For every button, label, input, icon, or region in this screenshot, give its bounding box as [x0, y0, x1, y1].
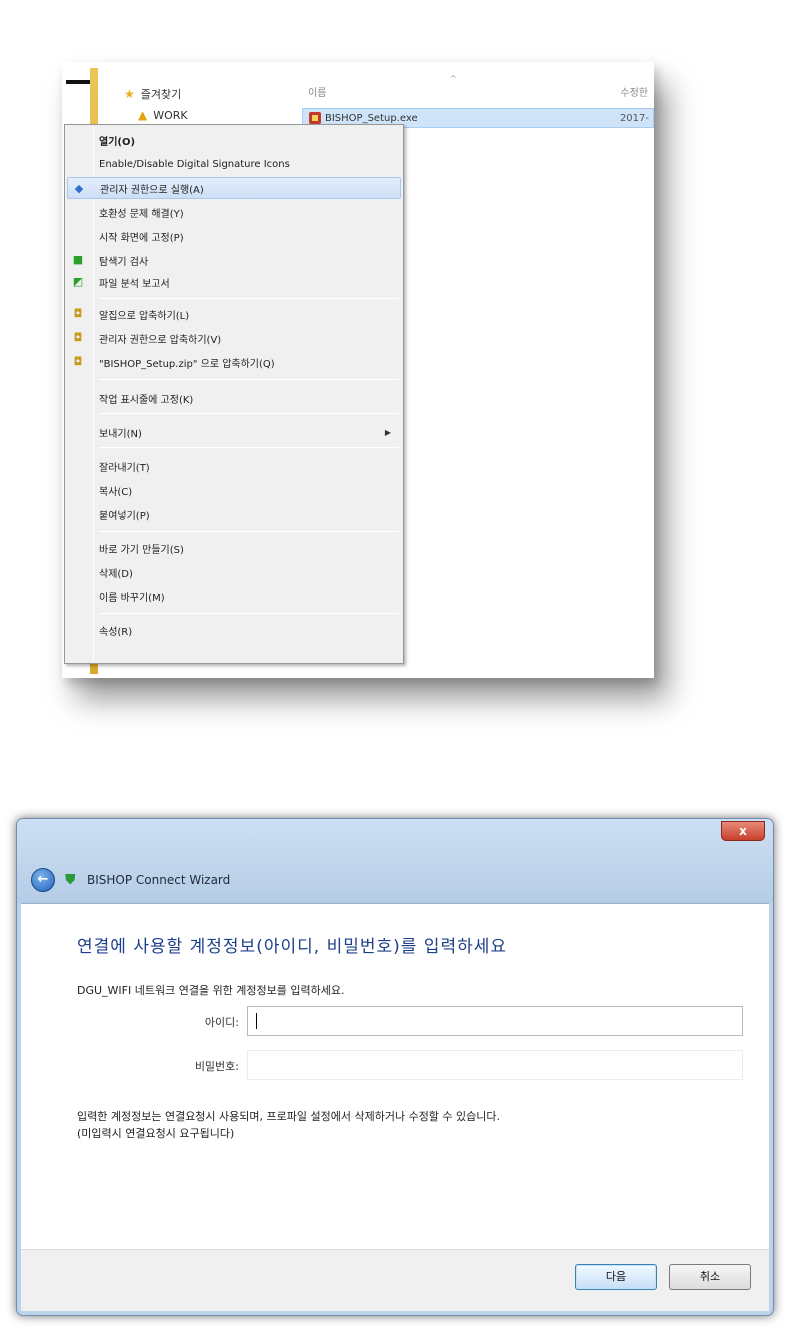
menu-item-rename[interactable]: 이름 바꾸기(M) — [67, 585, 401, 607]
column-date-header[interactable]: 수정한 — [620, 84, 648, 99]
context-menu: 열기(O) Enable/Disable Digital Signature I… — [64, 124, 404, 664]
menu-item-scan[interactable]: ■ 탐색기 검사 — [67, 249, 401, 271]
dialog-footer: 다음 취소 — [21, 1249, 769, 1311]
menu-item-paste[interactable]: 붙여넣기(P) — [67, 503, 401, 525]
note-line-2: (미입력시 연결요청시 요구됩니다) — [77, 1127, 235, 1140]
uac-shield-icon: ◆ — [74, 182, 84, 195]
nav-item-label: WORK — [153, 108, 188, 122]
menu-item-label: 붙여넣기(P) — [99, 510, 150, 522]
menu-separator — [99, 413, 399, 414]
menu-item-properties[interactable]: 속성(R) — [67, 619, 401, 641]
dialog-titlebar: x ← ⛊ BISHOP Connect Wizard — [17, 819, 773, 903]
star-icon: ★ — [124, 87, 135, 101]
menu-item-label: "BISHOP_Setup.zip" 으로 압축하기(Q) — [99, 358, 275, 370]
menu-item-label: 파일 분석 보고서 — [99, 278, 170, 290]
sort-arrow-icon: ^ — [450, 74, 457, 83]
menu-item-label: 알집으로 압축하기(L) — [99, 310, 190, 322]
password-label: 비밀번호: — [194, 1060, 239, 1073]
dialog-content: 연결에 사용할 계정정보(아이디, 비밀번호)를 입력하세요 DGU_WIFI … — [21, 903, 769, 1249]
shield-icon: ⛊ — [65, 872, 76, 888]
menu-item-label: 관리자 권한으로 실행(A) — [100, 184, 204, 196]
note-line-1: 입력한 계정정보는 연결요청시 사용되며, 프로파일 설정에서 삭제하거나 수정… — [77, 1110, 501, 1123]
menu-item-cut[interactable]: 잘라내기(T) — [67, 455, 401, 477]
menu-item-label: 잘라내기(T) — [99, 462, 150, 474]
text-caret — [256, 1013, 257, 1029]
menu-item-label: 열기(O) — [99, 136, 136, 148]
menu-item-alzip-compress[interactable]: ◘ 알집으로 압축하기(L) — [67, 303, 401, 325]
alzip-admin-icon: ◘ — [73, 331, 83, 344]
menu-item-compress-zip[interactable]: ◘ "BISHOP_Setup.zip" 으로 압축하기(Q) — [67, 351, 401, 373]
menu-item-label: 호환성 문제 해결(Y) — [99, 208, 184, 220]
menu-item-signature-icons[interactable]: Enable/Disable Digital Signature Icons — [67, 153, 401, 175]
next-button[interactable]: 다음 — [575, 1264, 657, 1290]
menu-item-label: 속성(R) — [99, 626, 133, 638]
menu-item-label: 바로 가기 만들기(S) — [99, 544, 184, 556]
connect-wizard-dialog: x ← ⛊ BISHOP Connect Wizard 연결에 사용할 계정정보… — [16, 818, 774, 1316]
wizard-description: DGU_WIFI 네트워크 연결을 위한 계정정보를 입력하세요. — [77, 984, 345, 997]
menu-separator — [99, 298, 399, 299]
menu-item-create-shortcut[interactable]: 바로 가기 만들기(S) — [67, 537, 401, 559]
menu-item-pin-taskbar[interactable]: 작업 표시줄에 고정(K) — [67, 387, 401, 409]
file-date: 2017- — [619, 112, 649, 124]
nav-item-favorites[interactable]: ★ 즐겨찾기 — [124, 86, 181, 102]
menu-separator — [99, 447, 399, 448]
menu-item-label: 관리자 권한으로 압축하기(V) — [99, 334, 222, 346]
menu-item-delete[interactable]: 삭제(D) — [67, 561, 401, 583]
alzip-icon: ◘ — [73, 307, 83, 320]
menu-item-label: 이름 바꾸기(M) — [99, 592, 165, 604]
menu-item-label: 작업 표시줄에 고정(K) — [99, 394, 194, 406]
exe-file-icon — [309, 112, 321, 124]
cancel-button[interactable]: 취소 — [669, 1264, 751, 1290]
menu-item-label: 탐색기 검사 — [99, 256, 149, 268]
menu-item-label: Enable/Disable Digital Signature Icons — [99, 158, 290, 170]
menu-item-label: 시작 화면에 고정(P) — [99, 232, 184, 244]
id-label: 아이디: — [204, 1016, 239, 1029]
report-icon: ◩ — [72, 275, 84, 288]
wizard-heading: 연결에 사용할 계정정보(아이디, 비밀번호)를 입력하세요 — [77, 937, 508, 957]
column-header: 이름 ^ 수정한 — [308, 74, 654, 104]
dialog-title: BISHOP Connect Wizard — [87, 873, 231, 887]
warning-icon: ▲ — [138, 108, 148, 122]
menu-item-run-as-admin[interactable]: ◆ 관리자 권한으로 실행(A) — [67, 177, 401, 199]
nav-item-work[interactable]: ▲ WORK — [138, 108, 188, 122]
menu-separator — [99, 613, 399, 614]
menu-item-pin-start[interactable]: 시작 화면에 고정(P) — [67, 225, 401, 247]
column-name-header[interactable]: 이름 — [308, 84, 326, 99]
explorer-window: ★ 즐겨찾기 ▲ WORK 이름 ^ 수정한 BISHOP_Setup.exe … — [62, 62, 654, 678]
menu-item-label: 보내기(N) — [99, 428, 142, 440]
menu-item-compatibility[interactable]: 호환성 문제 해결(Y) — [67, 201, 401, 223]
toolbar-fragment — [66, 80, 92, 84]
password-input[interactable] — [247, 1050, 743, 1080]
back-button[interactable]: ← — [31, 868, 55, 892]
back-arrow-icon: ← — [37, 872, 49, 887]
file-name: BISHOP_Setup.exe — [325, 112, 418, 124]
menu-item-open[interactable]: 열기(O) — [67, 129, 401, 151]
submenu-arrow-icon: ▶ — [384, 427, 391, 437]
nav-item-label: 즐겨찾기 — [140, 88, 182, 101]
menu-item-label: 복사(C) — [99, 486, 133, 498]
menu-item-label: 삭제(D) — [99, 568, 133, 580]
menu-item-copy[interactable]: 복사(C) — [67, 479, 401, 501]
menu-item-send-to[interactable]: 보내기(N) ▶ — [67, 421, 401, 443]
id-input[interactable] — [247, 1006, 743, 1036]
menu-separator — [99, 531, 399, 532]
menu-item-analysis-report[interactable]: ◩ 파일 분석 보고서 — [67, 271, 401, 293]
close-button[interactable]: x — [721, 821, 765, 841]
menu-separator — [99, 379, 399, 380]
alzip-zip-icon: ◘ — [73, 355, 83, 368]
antivirus-icon: ■ — [72, 253, 84, 266]
menu-item-admin-compress[interactable]: ◘ 관리자 권한으로 압축하기(V) — [67, 327, 401, 349]
wizard-note: 입력한 계정정보는 연결요청시 사용되며, 프로파일 설정에서 삭제하거나 수정… — [77, 1108, 500, 1142]
